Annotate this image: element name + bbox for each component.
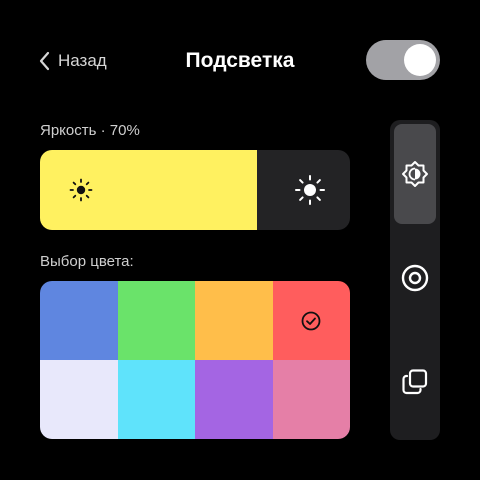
- power-toggle[interactable]: [366, 40, 440, 80]
- color-swatch[interactable]: [40, 360, 118, 439]
- mode-button-copy[interactable]: [394, 332, 436, 432]
- brightness-low-icon: [69, 178, 93, 202]
- color-swatch[interactable]: [272, 281, 350, 360]
- page-title: Подсветка: [185, 49, 295, 72]
- color-swatch[interactable]: [272, 360, 350, 439]
- auto-brightness-icon: [402, 161, 428, 187]
- copy-icon: [402, 369, 428, 395]
- stop-circle-icon: [401, 264, 429, 292]
- brightness-high-icon: [295, 175, 325, 205]
- toggle-knob: [404, 44, 436, 76]
- check-circle-icon: [301, 311, 321, 330]
- color-swatch[interactable]: [117, 281, 195, 360]
- mode-button-stop[interactable]: [394, 228, 436, 328]
- color-palette: [40, 281, 350, 439]
- mode-button-auto-brightness[interactable]: [394, 124, 436, 224]
- color-swatch[interactable]: [40, 281, 118, 360]
- color-swatch[interactable]: [195, 360, 273, 439]
- color-swatch[interactable]: [195, 281, 273, 360]
- brightness-label: Яркость · 70%: [40, 122, 140, 139]
- mode-panel: [390, 120, 440, 440]
- back-label: Назад: [58, 51, 107, 70]
- chevron-left-icon: [39, 51, 50, 71]
- back-button[interactable]: Назад: [38, 48, 107, 74]
- color-swatch[interactable]: [117, 360, 195, 439]
- color-picker-label: Выбор цвета:: [40, 253, 134, 270]
